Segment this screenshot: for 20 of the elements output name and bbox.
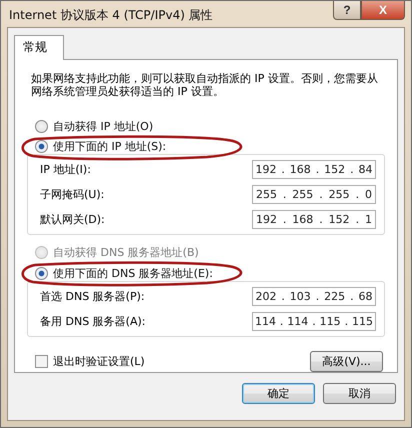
field-label: 默认网关(D):	[40, 212, 105, 228]
checkbox-label: 退出时验证设置(L)	[53, 354, 145, 369]
description-text: 如果网络支持此功能，则可以获取自动指派的 IP 设置。否则，您需要从网络系统管理员处获得适当的 IP 设置。	[31, 72, 379, 98]
dialog-button[interactable]: 取消	[323, 383, 396, 404]
ip-address-field[interactable]: 255 . 255 . 255 . 0	[252, 185, 376, 204]
ip-address-field[interactable]: 202 . 103 . 225 . 68	[252, 287, 376, 306]
ip-address-field[interactable]: 192 . 168 . 152 . 84	[252, 160, 376, 180]
tab[interactable]: 常规	[14, 35, 64, 60]
advanced-button[interactable]: 高级(V)...	[310, 351, 383, 372]
checkbox[interactable]	[35, 355, 48, 368]
ip-address-field[interactable]: 192 . 168 . 152 . 1	[252, 210, 376, 230]
field-label: IP 地址(I):	[40, 162, 91, 178]
radio-option[interactable]: 自动获得 IP 地址(O)	[35, 118, 154, 134]
ip-address-field[interactable]: 114 . 114 . 115 . 115	[252, 312, 376, 331]
field-label: 子网掩码(U):	[40, 187, 104, 202]
window-title: Internet 协议版本 4 (TCP/IPv4) 属性	[8, 7, 214, 24]
dialog-button[interactable]: 确定	[242, 383, 315, 404]
field-label: 备用 DNS 服务器(A):	[40, 314, 146, 329]
help-button[interactable]: ?	[333, 1, 361, 20]
field-label: 首选 DNS 服务器(P):	[40, 289, 145, 304]
